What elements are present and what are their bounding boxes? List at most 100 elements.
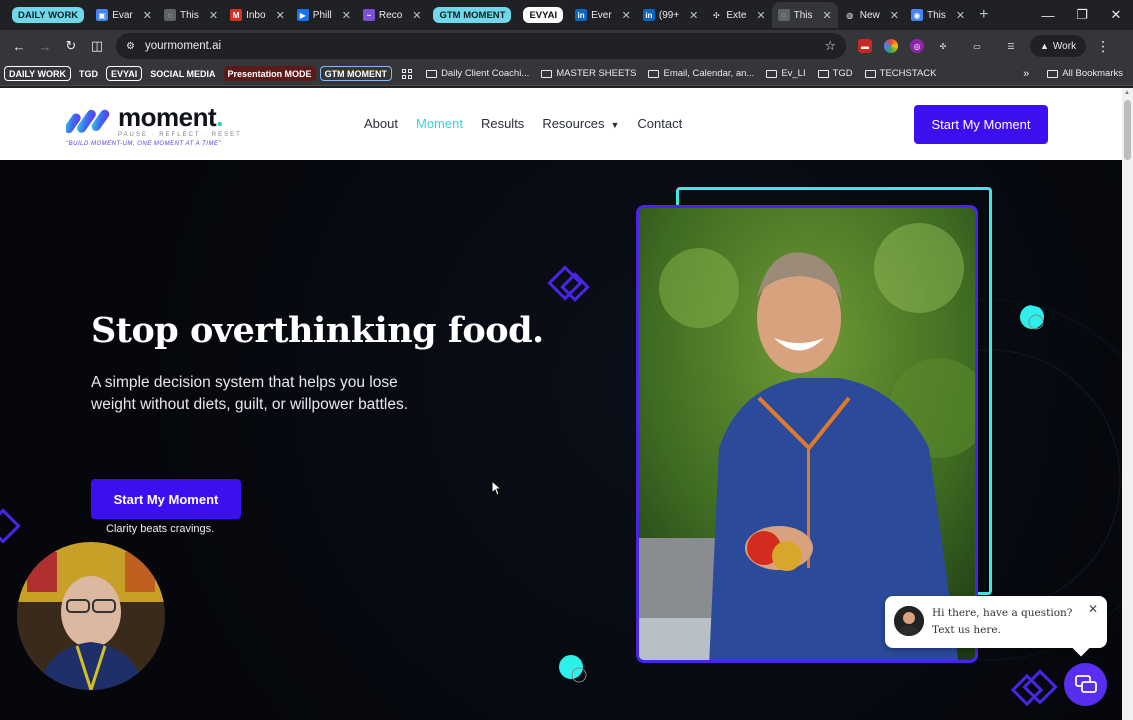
tab-4[interactable]: ▶ Phill ✕	[291, 2, 357, 28]
logo-slogan: "BUILD MOMENT-UM, ONE MOMENT AT A TIME"	[66, 141, 222, 147]
close-icon[interactable]: ✕	[890, 9, 899, 22]
bookmark-group-presentation-mode[interactable]: Presentation MODE	[223, 66, 316, 81]
forward-icon[interactable]: →	[32, 39, 58, 54]
folder-icon	[648, 69, 660, 78]
favicon-icon: ◉	[910, 9, 923, 21]
folder-label: Daily Client Coachi...	[441, 68, 530, 79]
tab-2[interactable]: ◌ This ✕	[158, 2, 224, 28]
close-icon[interactable]: ✕	[1088, 602, 1098, 616]
tab-title: Inbo	[246, 9, 266, 21]
tab-9[interactable]: in (99+ ✕	[637, 2, 705, 28]
moment-logo[interactable]: moment. PAUSE · REFLECT · RESET "BUILD M…	[66, 102, 246, 148]
new-tab-icon[interactable]: +	[979, 6, 988, 24]
bookmark-star-icon[interactable]: ☆	[824, 38, 836, 54]
main-nav: About Moment Results Resources ▼ Contact	[364, 116, 682, 131]
bookmark-folder[interactable]: Ev_LI	[762, 68, 809, 79]
tab-5[interactable]: ~ Reco ✕	[357, 2, 428, 28]
tab-strip: DAILY WORK ▣ Evar ✕ ◌ This ✕ M Inbo ✕ ▶ Phill ✕ …	[0, 0, 1133, 30]
chat-launcher-button[interactable]	[1064, 663, 1107, 706]
close-icon[interactable]: ✕	[342, 9, 351, 22]
site-info-icon[interactable]: ⚙	[126, 41, 135, 52]
chat-greeting-bubble[interactable]: Hi there, have a question? Text us here.…	[885, 596, 1107, 657]
split-view-icon[interactable]: ◫	[84, 38, 110, 54]
menu-kebab-icon[interactable]: ⋮	[1096, 38, 1110, 55]
extensions-puzzle-icon[interactable]: ✣	[936, 39, 950, 53]
close-icon[interactable]: ✕	[209, 9, 218, 22]
address-bar[interactable]: ⚙ yourmoment.ai ☆	[116, 33, 846, 59]
scroll-up-icon[interactable]: ▲	[1124, 90, 1130, 96]
browser-window: DAILY WORK ▣ Evar ✕ ◌ This ✕ M Inbo ✕ ▶ Phill ✕ …	[0, 0, 1133, 720]
tab-1[interactable]: ▣ Evar ✕	[90, 2, 158, 28]
tab-13[interactable]: ◉ This ✕	[905, 2, 971, 28]
bookmark-group-gtm-moment[interactable]: GTM MOMENT	[319, 66, 393, 81]
folder-label: TGD	[832, 68, 853, 79]
close-window-icon[interactable]: ✕	[1099, 7, 1133, 23]
browser-toolbar: ← → ↻ ◫ ⚙ yourmoment.ai ☆ ▬ ◎ ✣ ▭ ☰ ▲ Wo…	[0, 30, 1133, 62]
bookmark-group-social-media[interactable]: SOCIAL MEDIA	[146, 66, 219, 81]
hero-start-button[interactable]: Start My Moment	[91, 479, 241, 519]
tab-8[interactable]: in Ever ✕	[569, 2, 637, 28]
tab-title: Evar	[112, 9, 133, 21]
cast-icon[interactable]: ▭	[970, 39, 984, 53]
bookmark-group-tgd[interactable]: TGD	[75, 66, 102, 81]
restore-icon[interactable]: ❐	[1065, 7, 1099, 23]
apps-grid-icon[interactable]	[402, 68, 413, 79]
tab-group-gtm-moment[interactable]: GTM MOMENT	[427, 2, 517, 28]
tab-title: This	[793, 9, 813, 21]
bookmark-folder[interactable]: Email, Calendar, an...	[644, 68, 758, 79]
folder-label: MASTER SHEETS	[556, 68, 637, 79]
favicon-icon: ~	[362, 9, 375, 21]
extension-color-icon[interactable]	[884, 39, 898, 53]
profile-button[interactable]: ▲ Work	[1030, 35, 1087, 57]
reading-list-icon[interactable]: ☰	[1004, 39, 1018, 53]
page-scrollbar[interactable]: ▲	[1122, 88, 1133, 720]
close-icon[interactable]: ✕	[956, 9, 965, 22]
close-icon[interactable]: ✕	[276, 9, 285, 22]
more-bookmarks-chevron-icon[interactable]: »	[1023, 68, 1029, 80]
close-icon[interactable]: ✕	[143, 9, 152, 22]
tab-group-evyai[interactable]: EVYAI	[517, 2, 569, 28]
logo-word: moment.	[118, 102, 223, 132]
logo-tagline: PAUSE · REFLECT · RESET	[118, 132, 242, 138]
close-icon[interactable]: ✕	[689, 9, 698, 22]
bookmark-folder[interactable]: Daily Client Coachi...	[422, 68, 533, 79]
extension-purple-icon[interactable]: ◎	[910, 39, 924, 53]
close-icon[interactable]: ✕	[756, 9, 765, 22]
favicon-icon: ▶	[296, 9, 309, 21]
nav-contact[interactable]: Contact	[637, 116, 682, 131]
bookmark-group-evyai[interactable]: EVYAI	[106, 66, 143, 81]
bookmark-folder[interactable]: TECHSTACK	[861, 68, 941, 79]
tab-3[interactable]: M Inbo ✕	[224, 2, 291, 28]
tab-11-active[interactable]: ◌ This ✕	[771, 2, 838, 28]
linkedin-icon: in	[575, 9, 588, 21]
site-header: moment. PAUSE · REFLECT · RESET "BUILD M…	[0, 88, 1122, 160]
nav-about[interactable]: About	[364, 116, 398, 131]
reload-icon[interactable]: ↻	[58, 38, 84, 54]
tab-group-daily-work[interactable]: DAILY WORK	[6, 2, 90, 28]
tab-title: Ever	[591, 9, 612, 21]
minimize-icon[interactable]: —	[1031, 8, 1065, 23]
header-start-button[interactable]: Start My Moment	[914, 105, 1048, 144]
folder-label: Ev_LI	[781, 68, 806, 79]
extension-red-icon[interactable]: ▬	[858, 39, 872, 53]
scrollbar-thumb[interactable]	[1124, 100, 1131, 160]
tab-12[interactable]: ◍ New ✕	[838, 2, 905, 28]
close-icon[interactable]: ✕	[823, 9, 832, 22]
close-icon[interactable]: ✕	[622, 9, 631, 22]
agent-photo-image	[894, 606, 924, 636]
tab-title: Reco	[378, 9, 403, 21]
bookmark-folder[interactable]: TGD	[814, 68, 857, 79]
chrome-icon: ◍	[846, 10, 854, 20]
nav-results[interactable]: Results	[481, 116, 524, 131]
bookmark-folder[interactable]: MASTER SHEETS	[537, 68, 640, 79]
tab-10[interactable]: ✣ Exte ✕	[704, 2, 771, 28]
folder-icon	[1047, 69, 1059, 78]
nav-moment[interactable]: Moment	[416, 116, 463, 131]
close-icon[interactable]: ✕	[412, 9, 421, 22]
all-bookmarks-button[interactable]: All Bookmarks	[1047, 68, 1129, 79]
favicon-icon: ◌	[163, 9, 176, 21]
bookmark-group-daily-work[interactable]: DAILY WORK	[4, 66, 72, 81]
folder-icon	[426, 69, 438, 78]
back-icon[interactable]: ←	[6, 39, 32, 54]
nav-resources[interactable]: Resources ▼	[542, 116, 619, 131]
